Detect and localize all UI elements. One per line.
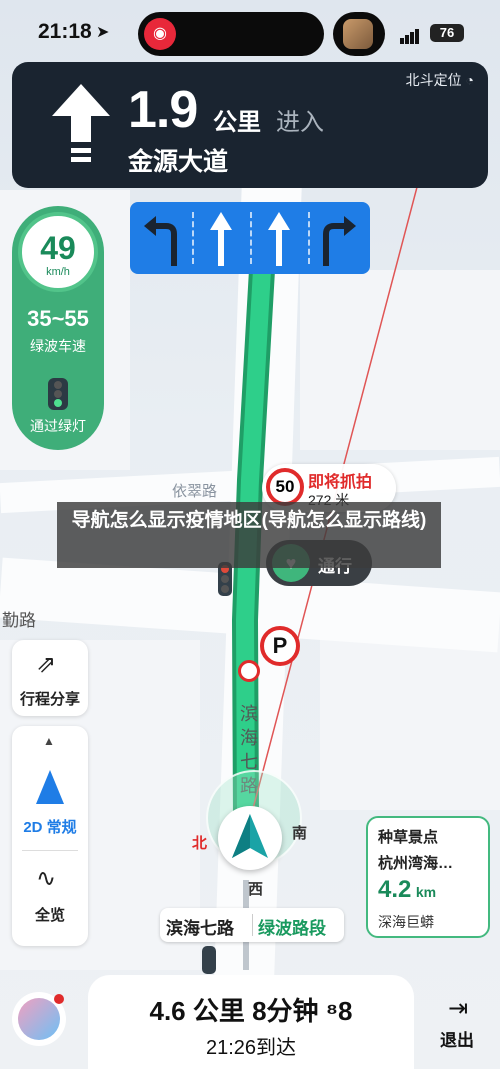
straight-arrow-icon [52,84,110,162]
compass-north: 北 [192,835,208,852]
trip-summary-sheet[interactable]: 4.6 公里 8分钟 ⁸8 21:26到达 [88,975,414,1069]
exit-button[interactable]: ⇥ 退出 [426,990,490,1060]
traffic-light-marker-icon [238,660,260,682]
map-mode-panel[interactable]: ▲ 2D 常规 ∿ 全览 [12,726,88,946]
compass-south: 南 [292,825,308,842]
exit-icon: ⇥ [448,995,469,1022]
exit-label: 退出 [440,1031,474,1050]
green-wave-label: 绿波车速 [30,338,86,354]
destination-line3: 深海巨蟒 [378,914,434,930]
current-speed-gauge: 49 km/h [18,212,98,292]
straight-icon [268,212,290,266]
no-parking-icon: P [260,626,300,666]
traffic-light-icon [48,378,68,410]
cellular-signal-icon [400,26,420,44]
compass-west: 西 [248,881,264,898]
now-playing-island[interactable] [333,12,385,56]
trip-share-label: 行程分享 [19,691,80,708]
share-icon: ⇗ [36,651,57,678]
current-road-name: 滨海七路 [166,919,234,938]
netease-music-icon[interactable]: ◉ [144,18,176,50]
status-time: 21:18 [38,20,92,43]
battery-indicator: 76 [430,24,464,42]
green-wave-range: 35~55 [27,306,89,331]
road-label-qin: 勤路 [2,611,36,630]
view-mode-label[interactable]: 2D 常规 [12,816,88,837]
beidou-positioning-label: 北斗定位 ◔ [405,72,474,88]
assistant-avatar[interactable] [12,992,66,1046]
route-overview-icon: ∿ [36,865,57,892]
distance-unit: 公里 [213,109,261,136]
green-wave-section: 绿波路段 [258,919,326,938]
article-title-overlay: 导航怎么显示疫情地区(导航怎么显示路线) [57,502,441,568]
destination-line2: 杭州湾海… [378,855,454,872]
maneuver-action: 进入 [276,109,324,136]
straight-icon [210,212,232,266]
status-bar: 21:18 ➤ ◉ 76 [0,0,500,60]
navigation-arrow-icon [36,770,64,804]
destination-line1: 种草景点 [378,829,439,846]
destination-card[interactable]: 种草景点 杭州湾海… 4.2 km 深海巨蟒 [366,816,490,938]
camera-title: 即将抓拍 [308,474,373,491]
green-wave-speed-panel[interactable]: 49 km/h 35~55 绿波车速 通过绿灯 [12,206,104,450]
next-road-name: 金源大道 [128,148,229,176]
road-label-yicui: 依翠路 [172,483,218,500]
destination-distance: 4.2 km [378,876,437,903]
navigation-arrow-icon [232,814,268,858]
notification-dot [54,994,64,1004]
current-speed: 49 [40,230,76,266]
current-road-bar: 滨海七路 绿波路段 [160,908,344,942]
trip-summary: 4.6 公里 8分钟 ⁸8 [149,996,353,1026]
green-light-label: 通过绿灯 [30,418,86,434]
satellite-icon: ◔ [465,72,474,88]
speed-limit-sign: 50 [266,468,304,506]
lane-guidance [130,202,370,274]
chevron-up-icon[interactable]: ▲ [43,734,55,748]
arrival-time: 21:26到达 [205,1037,297,1059]
current-position-marker [218,806,282,870]
overlay-title: 导航怎么显示疫情地区(导航怎么显示路线) [71,510,427,531]
album-art-icon [343,19,373,49]
overview-label[interactable]: 全览 [12,904,88,925]
trip-share-button[interactable]: ⇗ 行程分享 [12,640,88,716]
traffic-light-icon [202,946,216,974]
turn-distance: 1.9 [128,81,198,139]
location-arrow-icon: ➤ [96,24,110,41]
speed-unit: km/h [46,266,70,278]
robot-icon [18,998,60,1040]
turn-left-icon [144,216,177,266]
dynamic-island[interactable]: ◉ [138,12,324,56]
turn-right-icon [323,216,356,266]
